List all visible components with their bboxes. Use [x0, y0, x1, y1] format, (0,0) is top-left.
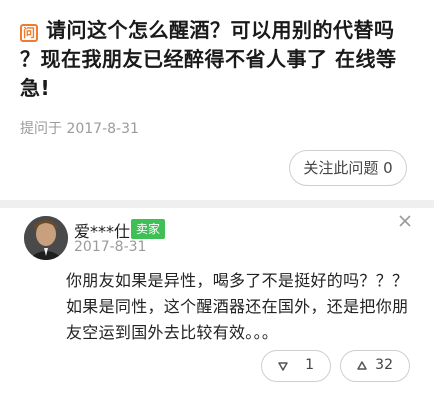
seller-badge: 卖家 — [131, 219, 166, 239]
thumbs-down-icon — [278, 362, 288, 371]
follow-question-button[interactable]: 关注此问题 0 — [289, 150, 407, 186]
question-title: 请问这个怎么醒酒？可以用别的代替吗 ？现在我朋友已经醉得不省人事了 在线等 急! — [20, 18, 397, 100]
answer-text: 你朋友如果是异性，喝多了不是挺好的吗？？？如果是同性，这个醒酒器还在国外，还是把… — [66, 271, 409, 342]
thumbs-up-icon — [357, 361, 367, 370]
downvote-count: 1 — [305, 357, 314, 373]
section-divider — [0, 200, 434, 208]
question-meta: 提问于 2017-8-31 — [20, 121, 139, 137]
answer-card: 爱***仕 卖家 2017-8-31 你朋友如果是异性，喝多了不是挺好的吗？？？… — [0, 208, 434, 400]
downvote-button[interactable]: 1 — [261, 350, 331, 382]
answer-date: 2017-8-31 — [74, 239, 147, 255]
upvote-count: 32 — [375, 357, 393, 373]
avatar-image-icon — [24, 216, 68, 260]
upvote-button[interactable]: 32 — [340, 350, 410, 382]
close-icon[interactable] — [398, 214, 412, 228]
avatar[interactable] — [24, 216, 68, 260]
question-card: 问 请问这个怎么醒酒？可以用别的代替吗 ？现在我朋友已经醉得不省人事了 在线等 … — [0, 0, 434, 200]
